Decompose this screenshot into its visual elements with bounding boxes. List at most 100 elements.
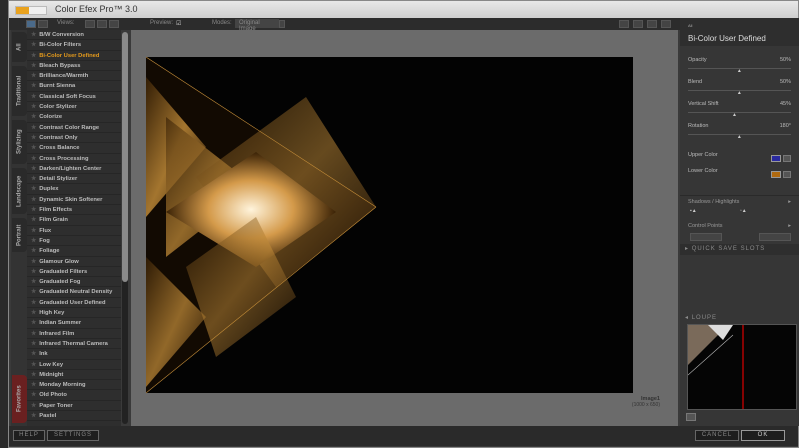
pointer-tool-icon[interactable]: [619, 20, 629, 28]
star-icon[interactable]: ★: [31, 259, 36, 265]
filter-item[interactable]: ★ Duplex: [27, 184, 121, 195]
tab-favorites[interactable]: Favorites: [12, 375, 27, 423]
split-view-icon[interactable]: [38, 20, 48, 28]
filter-item[interactable]: ★ Flux: [27, 226, 121, 236]
star-icon[interactable]: ★: [31, 166, 36, 172]
eyedropper-icon[interactable]: [783, 155, 791, 162]
star-icon[interactable]: ★: [31, 156, 36, 162]
single-view-icon[interactable]: [26, 20, 36, 28]
filter-item[interactable]: ★ Midnight: [27, 370, 121, 381]
hand-tool-icon[interactable]: [647, 20, 657, 28]
star-icon[interactable]: ★: [31, 351, 36, 357]
filter-item[interactable]: ★ Contrast Color Range: [27, 123, 121, 133]
star-icon[interactable]: ★: [31, 403, 36, 409]
filter-item[interactable]: ★ Graduated User Defined: [27, 298, 121, 309]
ok-button[interactable]: OK: [741, 430, 785, 441]
tab-traditional[interactable]: Traditional: [12, 66, 27, 116]
filter-item[interactable]: ★ Classical Soft Focus: [27, 92, 121, 103]
star-icon[interactable]: ★: [31, 186, 36, 192]
filter-item[interactable]: ★ Dynamic Skin Softener: [27, 195, 121, 206]
filter-item[interactable]: ★ Graduated Fog: [27, 277, 121, 288]
param-slider-rotation[interactable]: Rotation 180° ▲: [688, 120, 791, 140]
star-icon[interactable]: ★: [31, 279, 36, 285]
tab-all[interactable]: All: [12, 32, 27, 62]
filter-item[interactable]: ★ Bi-Color User Defined: [27, 51, 121, 61]
loupe-header[interactable]: ◂ LOUPE: [680, 314, 799, 324]
filter-item[interactable]: ★ Fog: [27, 236, 121, 247]
star-icon[interactable]: ★: [31, 217, 36, 223]
add-control-point-button[interactable]: [759, 233, 791, 241]
filter-item[interactable]: ★ Burnt Sienna: [27, 81, 121, 92]
filter-item[interactable]: ★ Film Effects: [27, 205, 121, 216]
filter-item[interactable]: ★ Bleach Bypass: [27, 61, 121, 72]
eyedropper-tool-icon[interactable]: [661, 20, 671, 28]
help-button[interactable]: HELP: [13, 430, 45, 441]
quick-save-slots[interactable]: ▸ QUICK SAVE SLOTS: [680, 244, 799, 255]
filter-item[interactable]: ★ Paper Toner: [27, 401, 121, 411]
slider-handle[interactable]: ▲: [737, 90, 742, 96]
tab-landscape[interactable]: Landscape: [12, 168, 27, 214]
filter-item[interactable]: ★ Ink: [27, 349, 121, 360]
filter-item[interactable]: ★ Brilliance/Warmth: [27, 71, 121, 82]
cancel-button[interactable]: CANCEL: [695, 430, 739, 441]
star-icon[interactable]: ★: [31, 135, 36, 141]
filter-item[interactable]: ★ Colorize: [27, 112, 121, 123]
star-icon[interactable]: ★: [31, 372, 36, 378]
remove-control-point-button[interactable]: [690, 233, 722, 241]
star-icon[interactable]: ★: [31, 125, 36, 131]
filter-item[interactable]: ★ Graduated Neutral Density: [27, 287, 121, 298]
filter-list-scrollbar[interactable]: [122, 32, 128, 424]
zoom-tool-icon[interactable]: [633, 20, 643, 28]
filter-item[interactable]: ★ Cross Processing: [27, 154, 121, 164]
star-icon[interactable]: ★: [31, 289, 36, 295]
view-side-by-side-button[interactable]: [109, 20, 119, 28]
filter-item[interactable]: ★ Contrast Only: [27, 133, 121, 144]
star-icon[interactable]: ★: [31, 145, 36, 151]
settings-button[interactable]: SETTINGS: [47, 430, 99, 441]
star-icon[interactable]: ★: [31, 197, 36, 203]
upper-color-swatch[interactable]: [771, 155, 781, 162]
star-icon[interactable]: ★: [31, 176, 36, 182]
star-icon[interactable]: ★: [31, 114, 36, 120]
filter-item[interactable]: ★ Color Stylizer: [27, 102, 121, 113]
tab-stylizing[interactable]: Stylizing: [12, 120, 27, 164]
filter-item[interactable]: ★ Detail Stylizer: [27, 174, 121, 185]
star-icon[interactable]: ★: [31, 32, 36, 38]
filter-item[interactable]: ★ High Key: [27, 308, 121, 319]
filter-item[interactable]: ★ Infrared Film: [27, 329, 121, 339]
shadows-highlights-sliders[interactable]: ▪▲ ▫▲: [688, 208, 791, 220]
star-icon[interactable]: ★: [31, 104, 36, 110]
slider-handle[interactable]: ▲: [732, 112, 737, 118]
star-icon[interactable]: ★: [31, 53, 36, 59]
filter-item[interactable]: ★ Monday Morning: [27, 380, 121, 391]
preview-checkbox[interactable]: ☑: [176, 20, 181, 27]
loupe-pin-icon[interactable]: [686, 413, 696, 421]
filter-item[interactable]: ★ Infrared Thermal Camera: [27, 339, 121, 350]
star-icon[interactable]: ★: [31, 392, 36, 398]
filter-item[interactable]: ★ Film Grain: [27, 215, 121, 226]
filter-item[interactable]: ★ Darken/Lighten Center: [27, 164, 121, 175]
modes-select[interactable]: Original Image: [235, 19, 279, 32]
filter-item[interactable]: ★ Low Key: [27, 360, 121, 370]
lower-color-swatch[interactable]: [771, 171, 781, 178]
star-icon[interactable]: ★: [31, 207, 36, 213]
star-icon[interactable]: ★: [31, 94, 36, 100]
param-slider-blend[interactable]: Blend 50% ▲: [688, 76, 791, 96]
star-icon[interactable]: ★: [31, 42, 36, 48]
star-icon[interactable]: ★: [31, 341, 36, 347]
filter-item[interactable]: ★ Foliage: [27, 246, 121, 257]
filter-item[interactable]: ★ Bi-Color Filters: [27, 40, 121, 51]
star-icon[interactable]: ★: [31, 382, 36, 388]
filter-item[interactable]: ★ Pastel: [27, 411, 121, 422]
view-split-button[interactable]: [97, 20, 107, 28]
control-points-section[interactable]: Control Points ▸: [688, 220, 791, 232]
star-icon[interactable]: ★: [31, 73, 36, 79]
filter-item[interactable]: ★ Glamour Glow: [27, 257, 121, 267]
param-slider-opacity[interactable]: Opacity 50% ▲: [688, 54, 791, 74]
chevron-down-icon[interactable]: [279, 20, 285, 28]
eyedropper-icon[interactable]: [783, 171, 791, 178]
filter-item[interactable]: ★ Cross Balance: [27, 143, 121, 154]
star-icon[interactable]: ★: [31, 300, 36, 306]
star-icon[interactable]: ★: [31, 413, 36, 419]
star-icon[interactable]: ★: [31, 331, 36, 337]
